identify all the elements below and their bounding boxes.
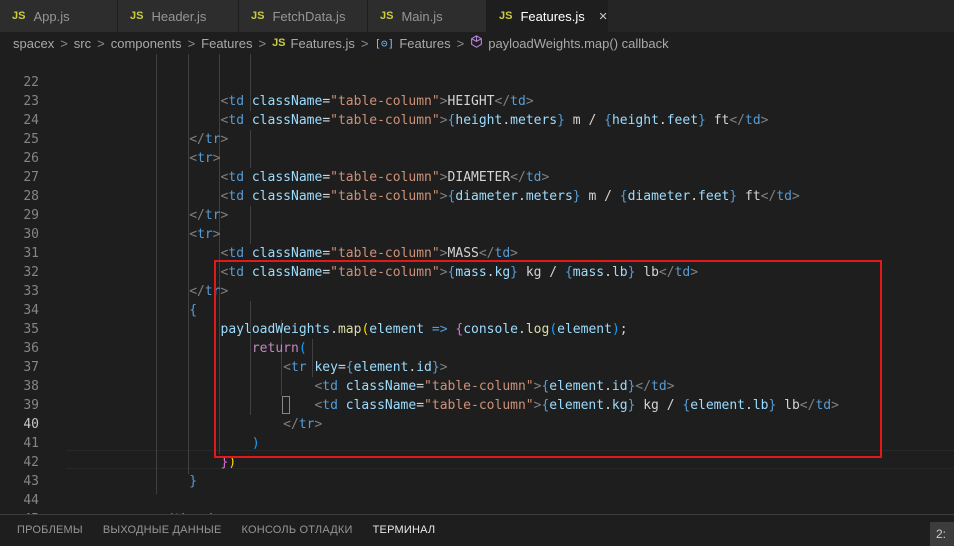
panel-tab-bar: ПРОБЛЕМЫ ВЫХОДНЫЕ ДАННЫЕ КОНСОЛЬ ОТЛАДКИ… (0, 514, 954, 546)
code-line: 30 <td className="table-column">MASS</td… (0, 206, 954, 261)
breadcrumb-item-symbol-callback[interactable]: payloadWeights.map() callback (488, 36, 668, 51)
code-line: 26 <td className="table-column">DIAMETER… (0, 130, 954, 185)
editor-tab-bar: JS App.js JS Header.js JS FetchData.js J… (0, 0, 954, 32)
js-file-icon: JS (12, 10, 26, 22)
tab-problems[interactable]: ПРОБЛЕМЫ (17, 524, 83, 536)
tab-app-js[interactable]: JS App.js (0, 0, 118, 32)
breadcrumb: spacex > src > components > Features > J… (0, 32, 954, 54)
chevron-right-icon: > (258, 35, 267, 51)
code-line: 27 <td className="table-column">{diamete… (0, 149, 954, 204)
breadcrumb-item-file[interactable]: Features.js (291, 36, 355, 51)
tab-main-js[interactable]: JS Main.js (368, 0, 487, 32)
chevron-right-icon: > (456, 35, 465, 51)
tab-label: Header.js (151, 8, 207, 24)
breadcrumb-item-components[interactable]: components (111, 36, 182, 51)
code-line: 31 <td className="table-column">{mass.kg… (0, 225, 954, 280)
js-file-icon: JS (499, 10, 513, 22)
code-line: 28 </tr> (0, 168, 954, 223)
tab-debug-console[interactable]: КОНСОЛЬ ОТЛАДКИ (241, 524, 352, 536)
code-line: 25 <tr> (0, 111, 954, 166)
tab-fetchdata-js[interactable]: JS FetchData.js (239, 0, 368, 32)
symbol-method-icon (470, 35, 483, 51)
tab-output[interactable]: ВЫХОДНЫЕ ДАННЫЕ (103, 524, 222, 536)
code-line: 24 </tr> (0, 92, 954, 147)
js-file-icon: JS (380, 10, 394, 22)
js-file-icon: JS (251, 10, 265, 22)
chevron-right-icon: > (360, 35, 369, 51)
breadcrumb-item-symbol-features[interactable]: Features (399, 36, 450, 51)
tab-label: Main.js (401, 8, 443, 24)
tab-label: Features.js (520, 8, 585, 24)
tab-terminal[interactable]: ТЕРМИНАЛ (373, 524, 436, 536)
tab-features-js[interactable]: JS Features.js × (487, 0, 608, 32)
close-icon[interactable]: × (599, 8, 608, 25)
breadcrumb-item-spacex[interactable]: spacex (13, 36, 54, 51)
code-line: 22 <td className="table-column">HEIGHT</… (0, 54, 954, 109)
symbol-variable-icon: [⊝] (374, 36, 395, 50)
code-line: 29 <tr> (0, 187, 954, 242)
breadcrumb-item-features-folder[interactable]: Features (201, 36, 252, 51)
code-line: 23 <td className="table-column">{height.… (0, 73, 954, 128)
chevron-right-icon: > (187, 35, 196, 51)
tab-label: App.js (33, 8, 70, 24)
js-file-icon: JS (272, 37, 286, 49)
breadcrumb-item-src[interactable]: src (74, 36, 91, 51)
tab-label: FetchData.js (272, 8, 346, 24)
js-file-icon: JS (130, 10, 144, 22)
code-line: 44 </thead> (0, 472, 954, 514)
highlight-annotation-box (214, 260, 882, 458)
chevron-right-icon: > (97, 35, 105, 51)
chevron-right-icon: > (60, 35, 68, 51)
code-line: 45 </table> (0, 491, 954, 514)
terminal-selector[interactable]: 2: (930, 522, 954, 546)
tab-header-js[interactable]: JS Header.js (118, 0, 239, 32)
